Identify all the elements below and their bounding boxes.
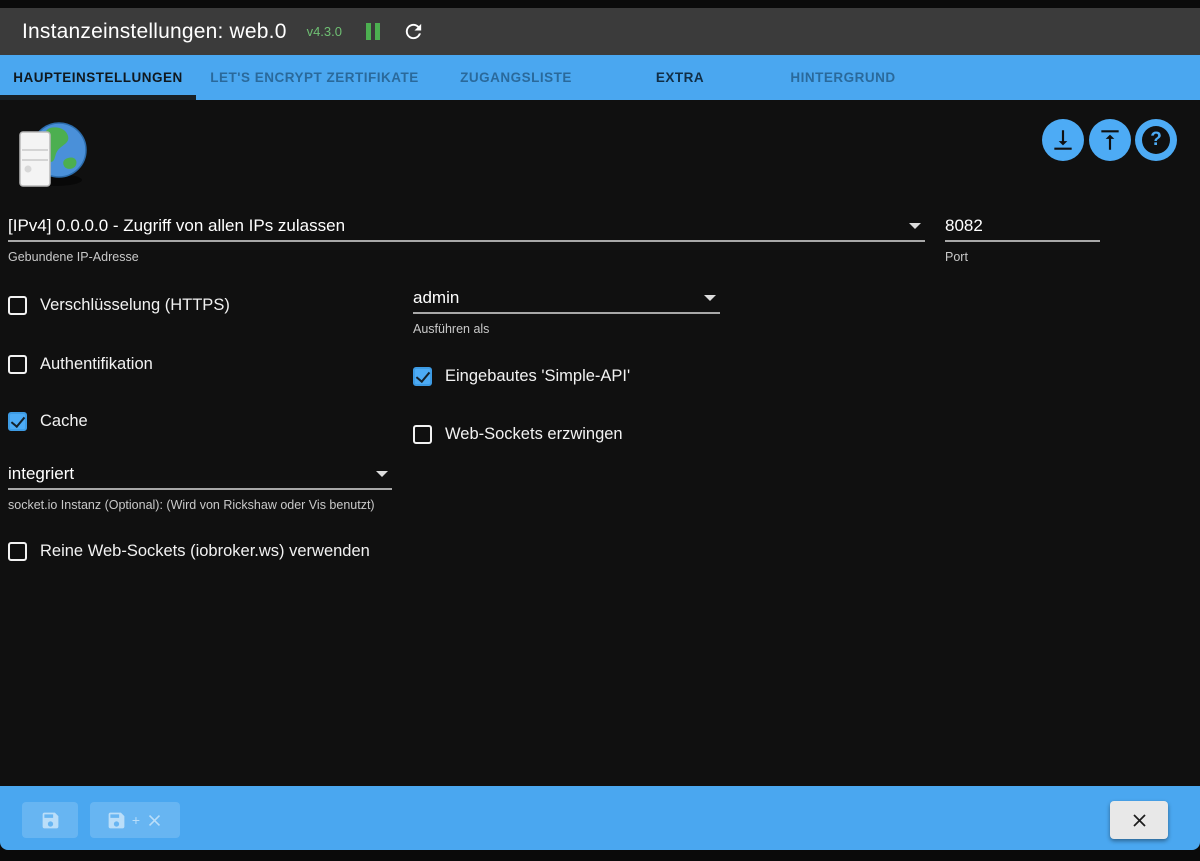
titlebar: Instanzeinstellungen: web.0 v4.3.0 (0, 8, 1200, 55)
close-dialog-button[interactable] (1110, 801, 1168, 839)
checkbox-cache[interactable]: Cache (8, 412, 88, 431)
upload-config-button[interactable] (1089, 119, 1131, 161)
download-icon (1054, 130, 1072, 150)
help-button[interactable]: ? (1135, 119, 1177, 161)
run-as-select[interactable]: admin Ausführen als (413, 286, 720, 336)
tab-haupteinstellungen[interactable]: HAUPTEINSTELLUNGEN (0, 55, 196, 100)
upload-icon (1101, 130, 1119, 150)
checkbox-label: Eingebautes 'Simple-API' (445, 367, 631, 385)
checkbox-label: Reine Web-Sockets (iobroker.ws) verwende… (40, 542, 370, 560)
socketio-label: socket.io Instanz (Optional): (Wird von … (8, 498, 375, 512)
run-as-label: Ausführen als (413, 322, 490, 336)
tab-extra[interactable]: EXTRA (599, 55, 761, 100)
save-icon (42, 812, 58, 828)
save-icon (108, 812, 125, 828)
checkbox-box[interactable] (8, 542, 27, 561)
version-badge: v4.3.0 (306, 24, 342, 39)
close-icon (149, 814, 161, 826)
bound-ip-select[interactable]: [IPv4] 0.0.0.0 - Zugriff von allen IPs z… (8, 214, 925, 264)
tab-hintergrund[interactable]: HINTERGRUND (761, 55, 925, 100)
port-value[interactable]: 8082 (945, 214, 1100, 242)
checkbox-label: Verschlüsselung (HTTPS) (40, 296, 230, 314)
checkbox-label: Web-Sockets erzwingen (445, 425, 623, 443)
checkbox-authentication[interactable]: Authentifikation (8, 355, 153, 374)
checkbox-box-checked[interactable] (413, 367, 432, 386)
checkbox-label: Authentifikation (40, 355, 153, 373)
socketio-value[interactable]: integriert (8, 462, 392, 490)
plus-label: + (131, 812, 141, 828)
save-and-close-button[interactable]: + (90, 802, 180, 838)
save-button[interactable] (22, 802, 78, 838)
checkbox-box-checked[interactable] (8, 412, 27, 431)
checkbox-box[interactable] (8, 296, 27, 315)
checkbox-simple-api[interactable]: Eingebautes 'Simple-API' (413, 367, 630, 386)
refresh-icon[interactable] (402, 20, 425, 43)
download-config-button[interactable] (1042, 119, 1084, 161)
checkbox-websockets-force[interactable]: Web-Sockets erzwingen (413, 425, 623, 444)
tab-bar: HAUPTEINSTELLUNGEN LET'S ENCRYPT ZERTIFI… (0, 55, 1200, 100)
bound-ip-value[interactable]: [IPv4] 0.0.0.0 - Zugriff von allen IPs z… (8, 214, 925, 242)
bottom-action-bar: + (0, 786, 1200, 850)
tab-zugangsliste[interactable]: ZUGANGSLISTE (433, 55, 599, 100)
checkbox-https[interactable]: Verschlüsselung (HTTPS) (8, 296, 230, 315)
checkbox-pure-websockets[interactable]: Reine Web-Sockets (iobroker.ws) verwende… (8, 542, 370, 561)
checkbox-label: Cache (40, 412, 88, 430)
tab-lets-encrypt[interactable]: LET'S ENCRYPT ZERTIFIKATE (196, 55, 433, 100)
port-label: Port (945, 250, 968, 264)
close-icon (1132, 813, 1146, 827)
checkbox-box[interactable] (8, 355, 27, 374)
pause-icon[interactable] (366, 23, 380, 40)
run-as-value[interactable]: admin (413, 286, 720, 314)
help-icon: ? (1142, 126, 1170, 154)
socketio-instance-select[interactable]: integriert socket.io Instanz (Optional):… (8, 462, 392, 512)
bound-ip-label: Gebundene IP-Adresse (8, 250, 139, 264)
checkbox-box[interactable] (413, 425, 432, 444)
web-adapter-logo (12, 114, 88, 199)
main-settings-panel: ? [IPv4] 0.0.0.0 - Zugriff von allen IPs… (0, 100, 1200, 786)
port-field[interactable]: 8082 Port (945, 214, 1100, 264)
chevron-down-icon (704, 295, 716, 301)
page-title: Instanzeinstellungen: web.0 (22, 19, 287, 43)
instance-settings-dialog: Instanzeinstellungen: web.0 v4.3.0 HAUPT… (0, 0, 1200, 861)
chevron-down-icon (909, 223, 921, 229)
chevron-down-icon (376, 471, 388, 477)
